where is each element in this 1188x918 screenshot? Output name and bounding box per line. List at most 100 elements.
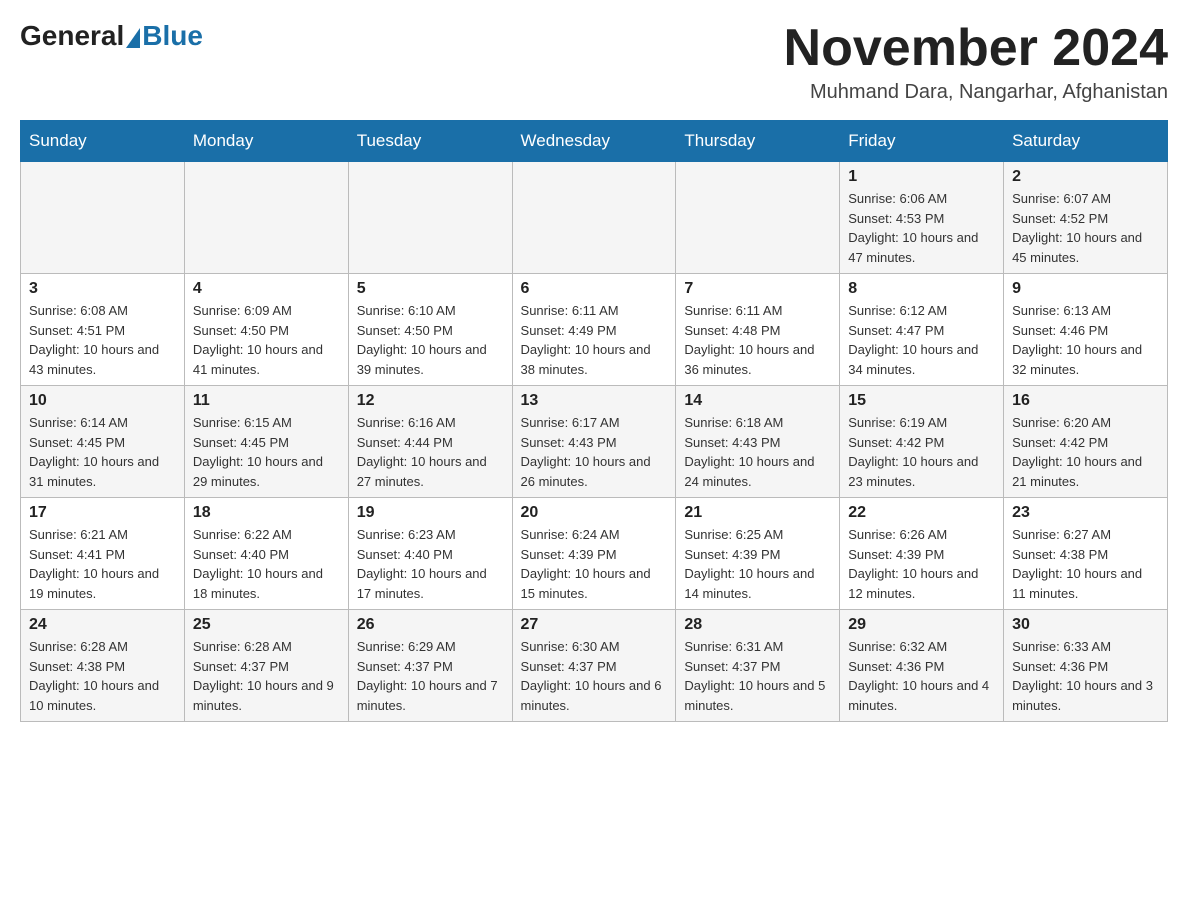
day-number: 25 [193, 616, 340, 634]
calendar-cell: 29 Sunrise: 6:32 AMSunset: 4:36 PMDayligh… [840, 610, 1004, 722]
day-info: Sunrise: 6:08 AMSunset: 4:51 PMDaylight:… [29, 301, 176, 379]
calendar-cell: 13 Sunrise: 6:17 AMSunset: 4:43 PMDayligh… [512, 386, 676, 498]
day-info: Sunrise: 6:29 AMSunset: 4:37 PMDaylight:… [357, 637, 504, 715]
weekday-header-wednesday: Wednesday [512, 121, 676, 162]
day-info: Sunrise: 6:26 AMSunset: 4:39 PMDaylight:… [848, 525, 995, 603]
calendar-cell: 2Sunrise: 6:07 AMSunset: 4:52 PMDaylight… [1004, 162, 1168, 274]
day-info: Sunrise: 6:20 AMSunset: 4:42 PMDaylight:… [1012, 413, 1159, 491]
day-number: 13 [521, 392, 668, 410]
day-info: Sunrise: 6:11 AMSunset: 4:49 PMDaylight:… [521, 301, 668, 379]
day-number: 6 [521, 280, 668, 298]
calendar-week-row: 17Sunrise: 6:21 AMSunset: 4:41 PMDayligh… [21, 498, 1168, 610]
day-info: Sunrise: 6:22 AMSunset: 4:40 PMDaylight:… [193, 525, 340, 603]
day-number: 15 [848, 392, 995, 410]
weekday-header-row: SundayMondayTuesdayWednesdayThursdayFrid… [21, 121, 1168, 162]
day-info: Sunrise: 6:16 AMSunset: 4:44 PMDaylight:… [357, 413, 504, 491]
day-number: 26 [357, 616, 504, 634]
day-info: Sunrise: 6:11 AMSunset: 4:48 PMDaylight:… [684, 301, 831, 379]
weekday-header-thursday: Thursday [676, 121, 840, 162]
day-number: 11 [193, 392, 340, 410]
calendar-cell: 11 Sunrise: 6:15 AMSunset: 4:45 PMDayligh… [184, 386, 348, 498]
calendar-cell [512, 162, 676, 274]
weekday-header-friday: Friday [840, 121, 1004, 162]
day-number: 12 [357, 392, 504, 410]
title-area: November 2024 Muhmand Dara, Nangarhar, A… [784, 20, 1168, 104]
calendar-cell [676, 162, 840, 274]
calendar-cell: 1 Sunrise: 6:06 AMSunset: 4:53 PMDaylight… [840, 162, 1004, 274]
day-info: Sunrise: 6:06 AMSunset: 4:53 PMDaylight:… [848, 189, 995, 267]
day-info: Sunrise: 6:10 AMSunset: 4:50 PMDaylight:… [357, 301, 504, 379]
calendar-cell: 23Sunrise: 6:27 AMSunset: 4:38 PMDayligh… [1004, 498, 1168, 610]
calendar-cell: 8 Sunrise: 6:12 AMSunset: 4:47 PMDaylight… [840, 274, 1004, 386]
calendar-cell: 17Sunrise: 6:21 AMSunset: 4:41 PMDayligh… [21, 498, 185, 610]
calendar-cell: 12 Sunrise: 6:16 AMSunset: 4:44 PMDayligh… [348, 386, 512, 498]
day-info: Sunrise: 6:12 AMSunset: 4:47 PMDaylight:… [848, 301, 995, 379]
weekday-header-sunday: Sunday [21, 121, 185, 162]
day-number: 8 [848, 280, 995, 298]
month-title: November 2024 [784, 20, 1168, 77]
day-number: 20 [521, 504, 668, 522]
day-number: 5 [357, 280, 504, 298]
day-info: Sunrise: 6:17 AMSunset: 4:43 PMDaylight:… [521, 413, 668, 491]
day-number: 10 [29, 392, 176, 410]
calendar-cell: 30 Sunrise: 6:33 AMSunset: 4:36 PMDayligh… [1004, 610, 1168, 722]
calendar-cell: 18Sunrise: 6:22 AMSunset: 4:40 PMDayligh… [184, 498, 348, 610]
day-info: Sunrise: 6:15 AMSunset: 4:45 PMDaylight:… [193, 413, 340, 491]
day-number: 27 [521, 616, 668, 634]
calendar-table: SundayMondayTuesdayWednesdayThursdayFrid… [20, 120, 1168, 722]
day-info: Sunrise: 6:28 AMSunset: 4:38 PMDaylight:… [29, 637, 176, 715]
calendar-cell: 28 Sunrise: 6:31 AMSunset: 4:37 PMDayligh… [676, 610, 840, 722]
day-info: Sunrise: 6:09 AMSunset: 4:50 PMDaylight:… [193, 301, 340, 379]
calendar-cell [184, 162, 348, 274]
calendar-week-row: 24 Sunrise: 6:28 AMSunset: 4:38 PMDayligh… [21, 610, 1168, 722]
day-info: Sunrise: 6:19 AMSunset: 4:42 PMDaylight:… [848, 413, 995, 491]
day-number: 1 [848, 168, 995, 186]
calendar-cell: 19 Sunrise: 6:23 AMSunset: 4:40 PMDayligh… [348, 498, 512, 610]
calendar-cell [21, 162, 185, 274]
calendar-cell: 21Sunrise: 6:25 AMSunset: 4:39 PMDayligh… [676, 498, 840, 610]
day-info: Sunrise: 6:23 AMSunset: 4:40 PMDaylight:… [357, 525, 504, 603]
header: General Blue November 2024 Muhmand Dara,… [20, 20, 1168, 104]
day-number: 30 [1012, 616, 1159, 634]
calendar-cell: 22 Sunrise: 6:26 AMSunset: 4:39 PMDayligh… [840, 498, 1004, 610]
calendar-week-row: 10Sunrise: 6:14 AMSunset: 4:45 PMDayligh… [21, 386, 1168, 498]
day-info: Sunrise: 6:31 AMSunset: 4:37 PMDaylight:… [684, 637, 831, 715]
calendar-week-row: 1 Sunrise: 6:06 AMSunset: 4:53 PMDaylight… [21, 162, 1168, 274]
day-info: Sunrise: 6:33 AMSunset: 4:36 PMDaylight:… [1012, 637, 1159, 715]
calendar-cell: 10Sunrise: 6:14 AMSunset: 4:45 PMDayligh… [21, 386, 185, 498]
logo-general-text: General [20, 20, 124, 52]
day-number: 24 [29, 616, 176, 634]
calendar-cell: 24 Sunrise: 6:28 AMSunset: 4:38 PMDayligh… [21, 610, 185, 722]
calendar-cell: 15 Sunrise: 6:19 AMSunset: 4:42 PMDayligh… [840, 386, 1004, 498]
day-number: 14 [684, 392, 831, 410]
day-number: 9 [1012, 280, 1159, 298]
weekday-header-saturday: Saturday [1004, 121, 1168, 162]
day-info: Sunrise: 6:24 AMSunset: 4:39 PMDaylight:… [521, 525, 668, 603]
day-info: Sunrise: 6:18 AMSunset: 4:43 PMDaylight:… [684, 413, 831, 491]
calendar-cell: 9Sunrise: 6:13 AMSunset: 4:46 PMDaylight… [1004, 274, 1168, 386]
calendar-cell: 14 Sunrise: 6:18 AMSunset: 4:43 PMDayligh… [676, 386, 840, 498]
day-number: 3 [29, 280, 176, 298]
day-number: 16 [1012, 392, 1159, 410]
calendar-cell: 20 Sunrise: 6:24 AMSunset: 4:39 PMDayligh… [512, 498, 676, 610]
logo: General Blue [20, 20, 203, 52]
calendar-cell: 16 Sunrise: 6:20 AMSunset: 4:42 PMDayligh… [1004, 386, 1168, 498]
day-number: 19 [357, 504, 504, 522]
day-number: 29 [848, 616, 995, 634]
calendar-cell: 4 Sunrise: 6:09 AMSunset: 4:50 PMDaylight… [184, 274, 348, 386]
day-number: 22 [848, 504, 995, 522]
calendar-cell: 25Sunrise: 6:28 AMSunset: 4:37 PMDayligh… [184, 610, 348, 722]
calendar-cell [348, 162, 512, 274]
day-number: 2 [1012, 168, 1159, 186]
logo-blue-text: Blue [142, 20, 203, 52]
day-info: Sunrise: 6:32 AMSunset: 4:36 PMDaylight:… [848, 637, 995, 715]
logo-triangle-icon [126, 28, 140, 48]
day-number: 23 [1012, 504, 1159, 522]
location-text: Muhmand Dara, Nangarhar, Afghanistan [784, 81, 1168, 104]
calendar-cell: 26 Sunrise: 6:29 AMSunset: 4:37 PMDayligh… [348, 610, 512, 722]
calendar-cell: 6 Sunrise: 6:11 AMSunset: 4:49 PMDaylight… [512, 274, 676, 386]
day-number: 28 [684, 616, 831, 634]
day-number: 4 [193, 280, 340, 298]
calendar-cell: 3 Sunrise: 6:08 AMSunset: 4:51 PMDaylight… [21, 274, 185, 386]
weekday-header-monday: Monday [184, 121, 348, 162]
